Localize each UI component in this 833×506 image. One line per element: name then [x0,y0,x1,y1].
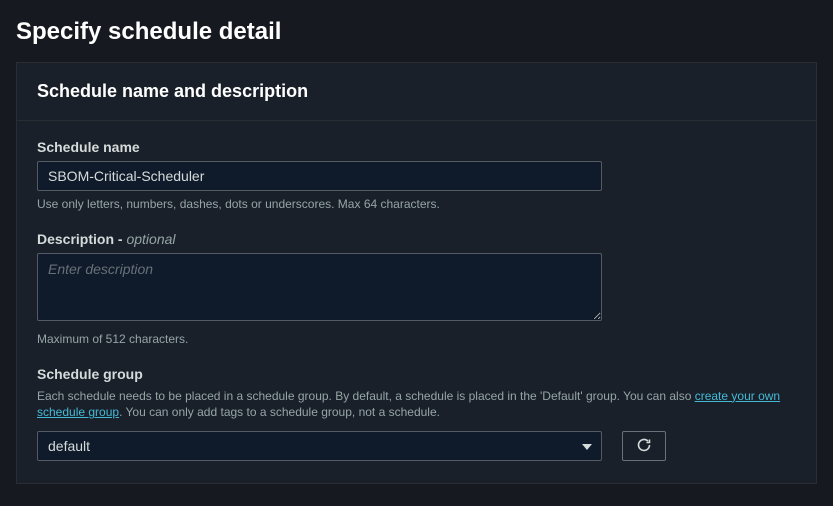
schedule-group-hint-prefix: Each schedule needs to be placed in a sc… [37,389,695,403]
description-label-text: Description - [37,231,126,247]
schedule-group-select-wrapper: default [37,431,602,461]
description-hint: Maximum of 512 characters. [37,331,796,348]
description-field: Description - optional Maximum of 512 ch… [37,231,796,348]
schedule-group-select[interactable]: default [37,431,602,461]
page-title: Specify schedule detail [0,0,833,62]
refresh-button[interactable] [622,431,666,461]
schedule-name-input[interactable] [37,161,602,191]
schedule-name-hint: Use only letters, numbers, dashes, dots … [37,196,796,213]
schedule-name-field: Schedule name Use only letters, numbers,… [37,139,796,213]
schedule-group-field: Schedule group Each schedule needs to be… [37,366,796,462]
schedule-name-label: Schedule name [37,139,796,155]
panel-body: Schedule name Use only letters, numbers,… [17,121,816,483]
schedule-group-label: Schedule group [37,366,796,382]
panel-header-title: Schedule name and description [37,81,796,102]
description-label: Description - optional [37,231,796,247]
description-optional-text: optional [126,231,175,247]
refresh-icon [636,437,652,456]
schedule-group-hint: Each schedule needs to be placed in a sc… [37,388,796,422]
panel-header: Schedule name and description [17,63,816,121]
description-input[interactable] [37,253,602,321]
schedule-name-description-panel: Schedule name and description Schedule n… [16,62,817,484]
schedule-group-hint-suffix: . You can only add tags to a schedule gr… [119,405,440,419]
